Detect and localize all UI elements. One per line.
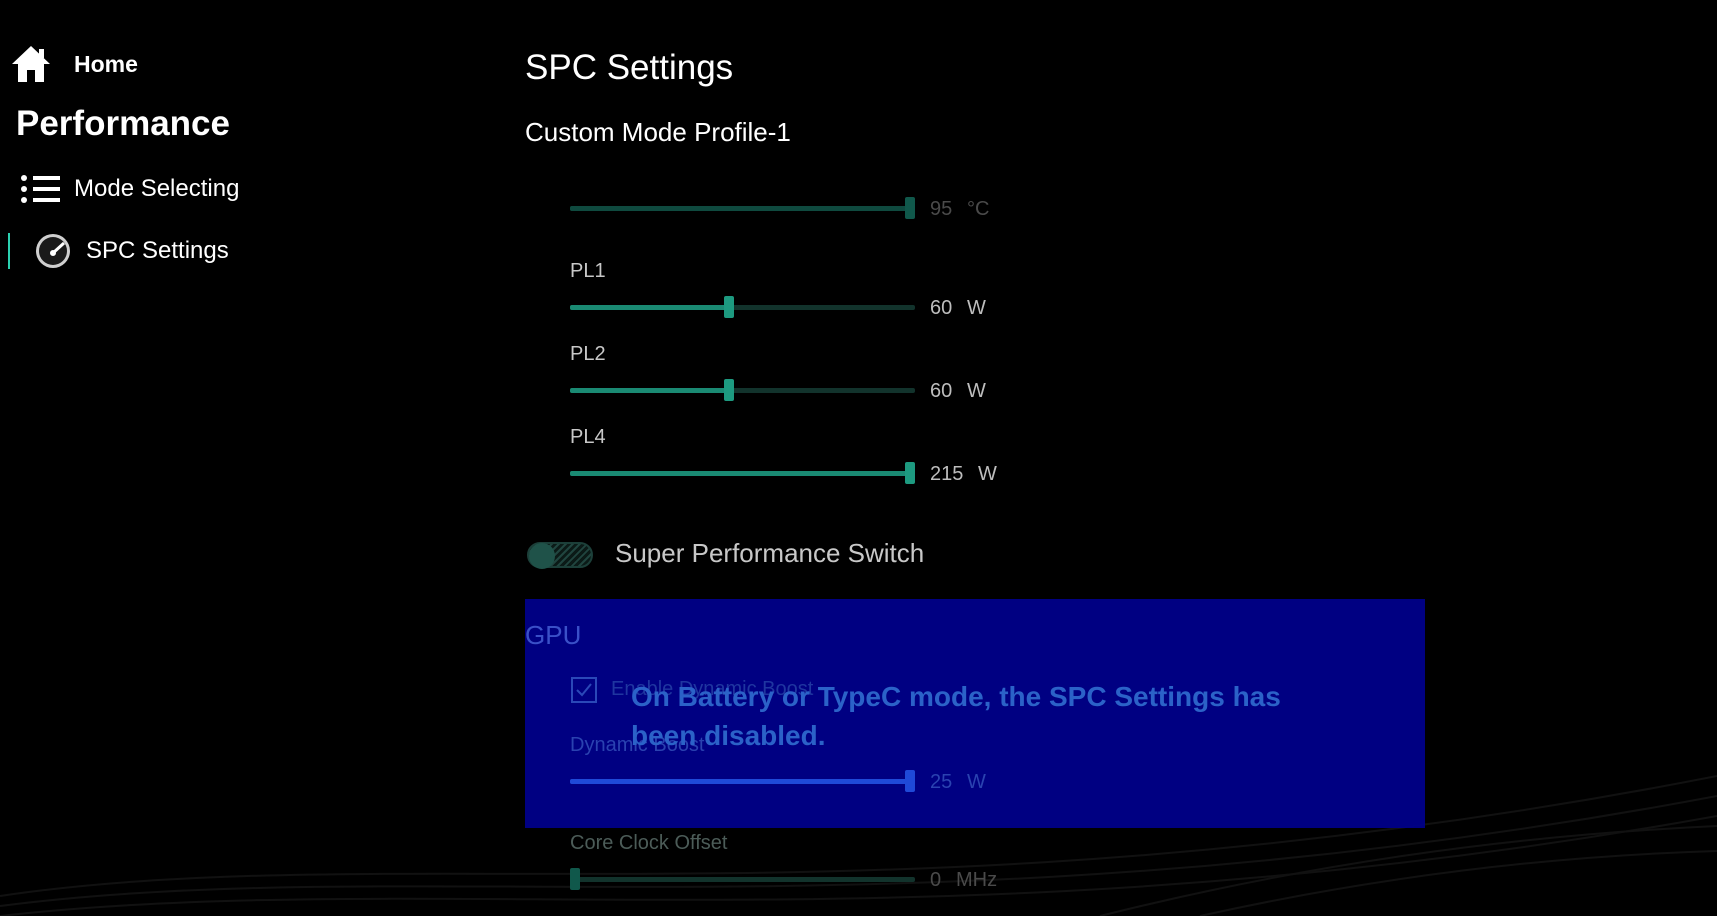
section-title-performance: Performance [16,104,230,143]
slider-track[interactable] [570,206,915,211]
disabled-message: On Battery or TypeC mode, the SPC Settin… [631,681,1281,751]
slider-value: 215 [930,463,964,485]
slider-unit: W [967,771,986,793]
slider-unit: °C [967,198,990,220]
list-icon [21,175,60,203]
slider-label: Core Clock Offset [570,832,728,854]
slider-track[interactable] [570,877,915,882]
nav-home-label: Home [74,50,138,77]
slider-track[interactable] [570,305,915,310]
slider-label: PL2 [570,343,606,365]
slider-unit: W [967,297,986,319]
slider-track[interactable] [570,471,915,476]
slider-thumb[interactable] [905,462,915,484]
sidebar-item-label: Mode Selecting [74,175,240,202]
toggle-knob [529,543,555,569]
gauge-icon [36,234,70,268]
slider-unit: W [967,380,986,402]
super-performance-label: Super Performance Switch [615,538,925,568]
slider-value: 25 [930,771,953,793]
sidebar-item-mode-selecting[interactable]: Mode Selecting [20,174,239,204]
check-icon [576,683,592,697]
super-performance-toggle[interactable] [527,542,593,569]
page-title: SPC Settings [525,48,734,87]
nav-home[interactable]: Home [10,44,138,84]
slider-thumb[interactable] [570,868,580,890]
slider-thumb[interactable] [724,296,735,318]
selection-indicator [8,233,10,269]
slider-label: PL4 [570,426,606,448]
slider-thumb[interactable] [724,379,735,401]
slider-unit: W [978,463,997,485]
slider-value: 60 [930,297,953,319]
slider-value: 0 [930,869,942,891]
sidebar-item-spc-settings[interactable]: SPC Settings [8,232,229,270]
enable-dynamic-boost-checkbox[interactable] [571,677,597,703]
sidebar-item-label: SPC Settings [86,237,229,264]
home-icon [12,46,50,82]
slider-thumb[interactable] [905,197,915,219]
slider-track[interactable] [570,779,915,784]
slider-value: 95 [930,198,953,220]
slider-unit: MHz [956,869,998,891]
profile-title: Custom Mode Profile-1 [525,117,791,147]
slider-track[interactable] [570,388,915,393]
slider-label: PL1 [570,260,606,282]
slider-value: 60 [930,380,953,402]
gpu-section-title: GPU [525,620,582,650]
slider-thumb[interactable] [905,770,915,792]
